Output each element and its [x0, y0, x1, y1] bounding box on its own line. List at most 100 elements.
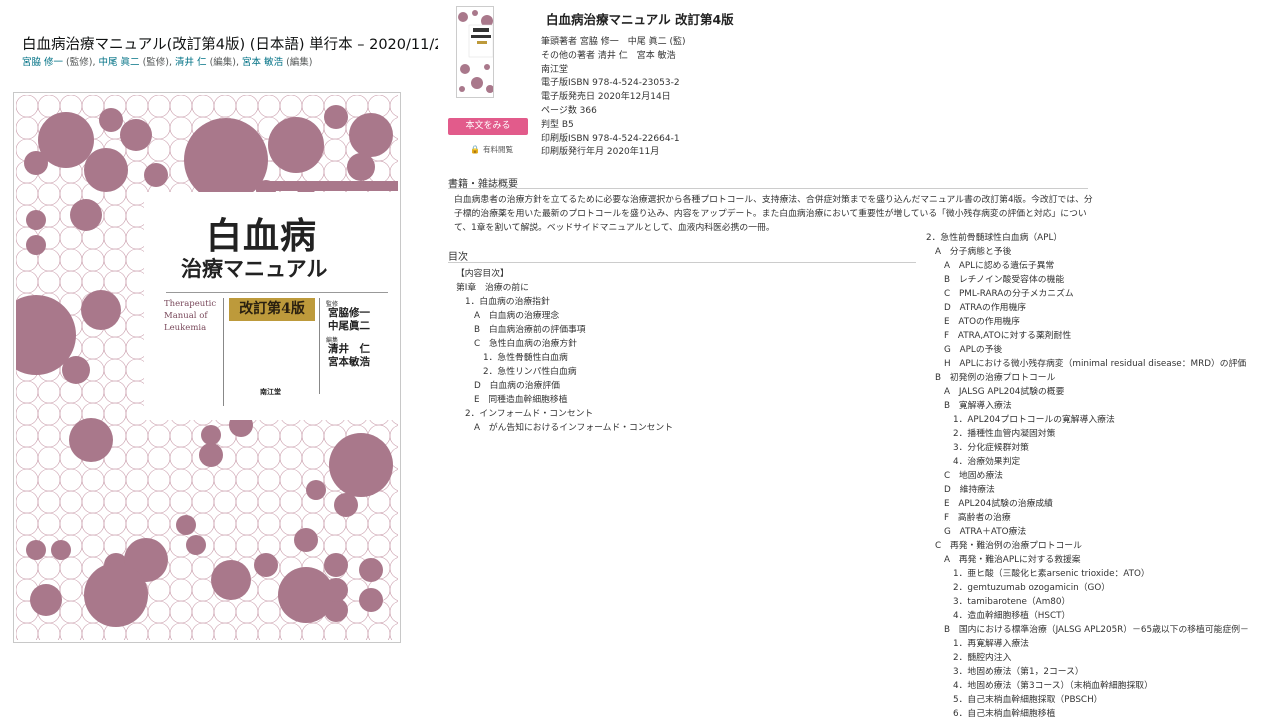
toc-item: D 維持療法 — [944, 485, 995, 495]
cover-divider — [166, 292, 388, 293]
cover-grid-circle — [389, 579, 398, 601]
contributor-role: (編集), — [206, 57, 243, 68]
cover-grid-circle — [125, 424, 149, 448]
book-cover: 白血病 治療マニュアル Therapeutic Manual of Leukem… — [16, 95, 398, 640]
cover-pattern-circle — [30, 584, 62, 616]
cover-grid-circle — [169, 490, 193, 514]
cover-grid-circle — [389, 623, 398, 640]
cover-grid-circle — [81, 622, 105, 640]
cover-grid-circle — [257, 468, 281, 492]
cover-grid-circle — [169, 95, 193, 118]
cover-grid-circle — [81, 380, 105, 404]
cover-pattern-circle — [268, 117, 324, 173]
cover-grid-circle — [59, 468, 83, 492]
cover-grid-circle — [235, 600, 259, 624]
cover-pattern-circle — [211, 560, 251, 600]
cover-grid-circle — [213, 468, 237, 492]
cover-pattern-circle — [186, 535, 206, 555]
thumb-edition-mark — [477, 41, 487, 44]
cover-grid-circle — [37, 622, 61, 640]
cover-grid-circle — [279, 95, 303, 118]
contributor-link[interactable]: 宮本 敏浩 — [242, 57, 283, 68]
cover-grid-circle — [81, 512, 105, 536]
metadata-line: 電子版発売日 2020年12月14日 — [541, 92, 671, 103]
cover-grid-circle — [16, 402, 39, 426]
cover-grid-circle — [59, 248, 83, 272]
toc-item: 4．治療効果判定 — [953, 457, 1021, 467]
cover-grid-circle — [37, 270, 61, 294]
lock-icon: 🔒 — [470, 145, 480, 154]
thumb-circle — [458, 12, 468, 22]
cover-grid-circle — [16, 380, 39, 404]
metadata-line: その他の著者 清井 仁 宮本 敏浩 — [541, 50, 676, 61]
cover-grid-circle — [37, 468, 61, 492]
cover-grid-circle — [323, 622, 347, 640]
cover-pattern-circle — [26, 210, 46, 230]
metadata-line: ページ数 366 — [541, 105, 597, 116]
cover-pattern-circle — [254, 553, 278, 577]
cover-grid-circle — [103, 490, 127, 514]
cover-grid-circle — [235, 622, 259, 640]
cover-grid-circle — [389, 161, 398, 183]
cover-pattern-circle — [324, 578, 348, 602]
cover-grid-circle — [16, 468, 39, 492]
product-title: 白血病治療マニュアル(改訂第4版) (日本語) 単行本 – 2020/11/2 — [22, 37, 438, 53]
cover-pattern-circle — [62, 356, 90, 384]
cover-grid-circle — [235, 490, 259, 514]
toc-item: 1．亜ヒ酸（三酸化ヒ素arsenic trioxide：ATO） — [953, 569, 1150, 579]
toc-item: C 急性白血病の治療方針 — [474, 339, 577, 349]
cover-grid-circle — [235, 468, 259, 492]
cover-grid-circle — [367, 622, 391, 640]
toc-item: 2．急性リンパ性白血病 — [483, 367, 577, 377]
cover-grid-circle — [81, 534, 105, 558]
toc-item: 3．地固め療法（第1，2コース） — [953, 667, 1084, 677]
cover-grid-circle — [37, 182, 61, 206]
toc-item: H APLにおける微小残存病変（minimal residual disease… — [944, 359, 1247, 369]
toc-column-right: 2．急性前骨髄球性白血病（APL） A 分子病態と予後 A APLに認める遺伝子異常… — [926, 231, 1278, 720]
cover-grid-circle — [191, 578, 215, 602]
cover-grid-circle — [59, 402, 83, 426]
cover-grid-circle — [169, 468, 193, 492]
cover-pattern-circle — [81, 290, 121, 330]
read-content-button[interactable]: 本文をみる — [448, 118, 528, 135]
cover-grid-circle — [37, 556, 61, 580]
paid-view-text: 有料閲覧 — [482, 145, 513, 154]
toc-item: G ATRA＋ATO療法 — [944, 527, 1027, 537]
cover-grid-circle — [103, 226, 127, 250]
cover-grid-circle — [16, 182, 39, 206]
cover-grid-circle — [389, 601, 398, 623]
cover-grid-circle — [37, 512, 61, 536]
cover-grid-circle — [81, 248, 105, 272]
book-cover-thumbnail[interactable] — [456, 6, 494, 98]
cover-grid-circle — [257, 512, 281, 536]
contributor-link[interactable]: 清井 仁 — [175, 57, 207, 68]
cover-grid-circle — [37, 446, 61, 470]
cover-grid-circle — [81, 95, 105, 118]
cover-grid-circle — [59, 226, 83, 250]
cover-grid-circle — [59, 512, 83, 536]
toc-heading: 目次 — [448, 252, 468, 263]
cover-grid-circle — [16, 622, 39, 640]
cover-grid-circle — [191, 556, 215, 580]
toc-item: 4．地固め療法（第3コース）（末梢血幹細胞採取） — [953, 681, 1153, 691]
cover-grid-circle — [389, 513, 398, 535]
contributor-link[interactable]: 宮脇 修一 — [22, 57, 63, 68]
cover-pattern-circle — [306, 480, 326, 500]
detail-title: 白血病治療マニュアル 改訂第4版 — [546, 12, 734, 27]
cover-grid-circle — [345, 95, 369, 118]
toc-item: 3．分化症候群対策 — [953, 443, 1029, 453]
detail-metadata: 筆頭著者 宮脇 修一 中尾 眞二 (監) その他の著者 清井 仁 宮本 敏浩 南江堂… — [541, 36, 685, 160]
book-cover-image[interactable]: 白血病 治療マニュアル Therapeutic Manual of Leukem… — [13, 92, 401, 643]
cover-grid-circle — [169, 424, 193, 448]
cover-pattern-circle — [84, 563, 148, 627]
toc-item: 第I章 治療の前に — [456, 283, 529, 293]
cover-grid-circle — [191, 600, 215, 624]
cover-supervisors: 宮脇修一 中尾眞二 — [328, 307, 370, 332]
contributor-link[interactable]: 中尾 眞二 — [99, 57, 140, 68]
toc-column-left: 【内容目次】 第I章 治療の前に 1．白血病の治療指針 A 白血病の治療理念 B 白血病… — [456, 267, 673, 435]
toc-item: 2．インフォームド・コンセント — [465, 409, 594, 419]
cover-grid-circle — [191, 490, 215, 514]
toc-item: 2．播種性血管内凝固対策 — [953, 429, 1056, 439]
cover-grid-circle — [169, 600, 193, 624]
toc-item: D 白血病の治療評価 — [474, 381, 560, 391]
